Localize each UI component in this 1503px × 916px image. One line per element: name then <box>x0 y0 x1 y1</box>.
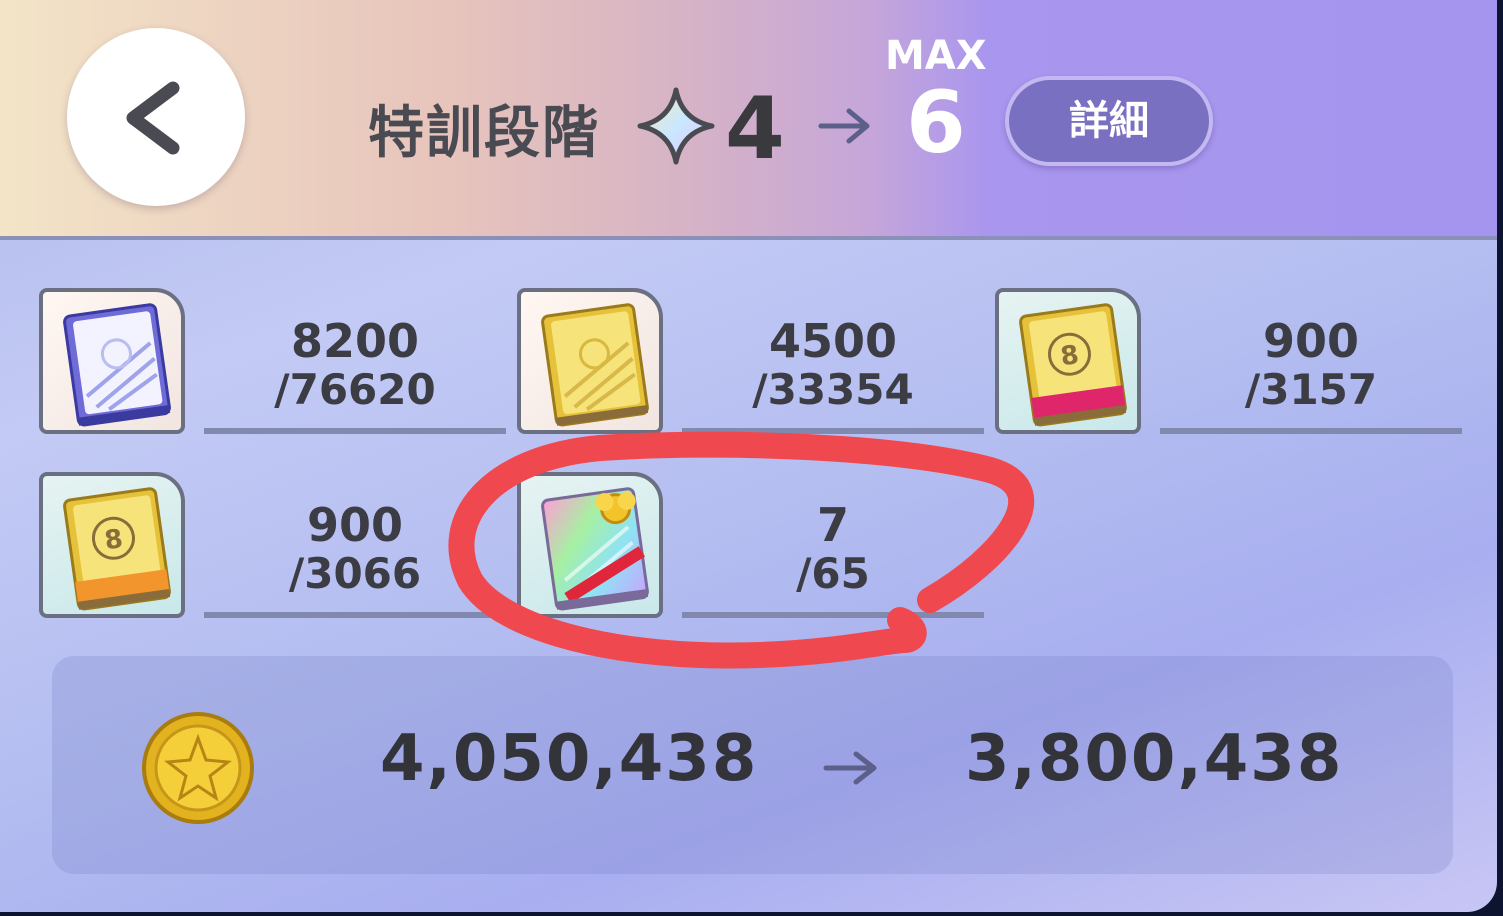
sparkle-icon <box>637 87 715 165</box>
header-bar: 特訓段階 4 MAX 6 詳細 <box>0 0 1497 240</box>
divider <box>204 428 506 434</box>
material-count-5: 7 /65 <box>682 500 984 598</box>
max-label: MAX <box>885 33 987 79</box>
back-button[interactable] <box>67 28 245 206</box>
money-current: 4,050,438 <box>380 722 759 796</box>
max-stage: 6 <box>906 73 966 173</box>
material-need: /3157 <box>1244 365 1378 414</box>
material-need: /76620 <box>274 365 436 414</box>
material-need: /65 <box>796 549 870 598</box>
material-need: /3066 <box>288 549 422 598</box>
material-have: 7 <box>816 498 849 552</box>
divider <box>682 428 984 434</box>
chevron-left-icon <box>126 81 180 155</box>
page-title: 特訓段階 <box>368 101 600 166</box>
rainbow-ribbon-book-icon <box>517 472 663 618</box>
material-have: 8200 <box>290 314 420 368</box>
money-after: 3,800,438 <box>965 722 1344 796</box>
arrow-right-icon <box>818 108 870 144</box>
material-count-3: 900 /3157 <box>1160 316 1462 414</box>
coin-icon <box>142 712 254 824</box>
material-have: 900 <box>306 498 404 552</box>
orange-gold-book-icon: 8 <box>39 472 185 618</box>
material-need: /33354 <box>752 365 914 414</box>
material-have: 4500 <box>768 314 898 368</box>
pink-gold-book-icon: 8 <box>995 288 1141 434</box>
material-count-4: 900 /3066 <box>204 500 506 598</box>
gold-book-icon <box>517 288 663 434</box>
detail-button[interactable]: 詳細 <box>1005 76 1213 166</box>
training-panel: 特訓段階 4 MAX 6 詳細 8200 /76620 4500 /33354 … <box>0 0 1497 912</box>
current-stage: 4 <box>725 79 785 179</box>
arrow-right-icon <box>823 751 877 785</box>
blue-book-icon <box>39 288 185 434</box>
material-count-2: 4500 /33354 <box>682 316 984 414</box>
material-count-1: 8200 /76620 <box>204 316 506 414</box>
divider <box>1160 428 1462 434</box>
divider <box>204 612 506 618</box>
divider <box>682 612 984 618</box>
material-have: 900 <box>1262 314 1360 368</box>
